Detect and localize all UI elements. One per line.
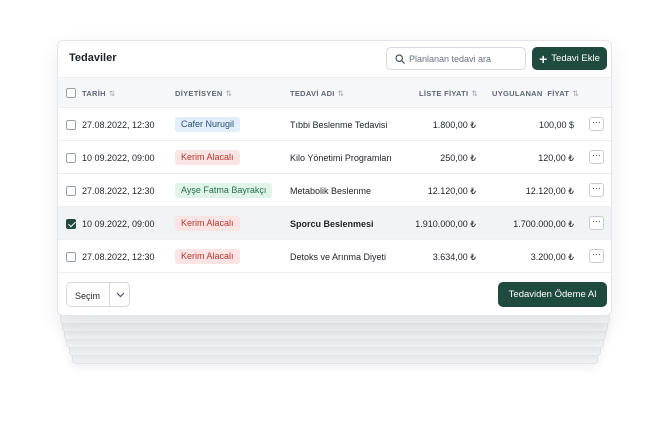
more-icon[interactable]: ··· xyxy=(589,183,604,197)
table-header: TARİH ⇅ DİYETİSYEN ⇅ TEDAVİ ADI ⇅ LİSTE FİY… xyxy=(58,77,611,108)
take-payment-button[interactable]: Tedaviden Ödeme Al xyxy=(498,282,607,307)
table-row[interactable]: 27.08.2022, 12:30 Cafer Nurugil Tıbbi Besl… xyxy=(58,108,611,141)
treatments-card: Tedaviler + Tedavi Ekle TARİH⇅ DİYETİSYE… xyxy=(57,40,612,316)
card-header: Tedaviler + Tedavi Ekle xyxy=(58,41,611,77)
row-list-price: 12.120,00 ₺ xyxy=(427,186,476,196)
sort-icon: ⇅ xyxy=(471,89,479,98)
row-date: 10 09.2022, 09:00 xyxy=(82,153,155,163)
take-payment-label: Tedaviden Ödeme Al xyxy=(508,289,597,300)
selection-dropdown[interactable]: Seçim xyxy=(66,282,130,307)
table-row[interactable]: 27.08.2022, 12:30 Kerim Alacalı Detoks ve … xyxy=(58,240,611,273)
sort-icon: ⇅ xyxy=(337,89,345,98)
add-treatment-button[interactable]: + Tedavi Ekle xyxy=(532,47,607,70)
row-checkbox[interactable] xyxy=(66,252,76,262)
row-treatment: Kilo Yönetimi Programları xyxy=(290,153,392,163)
search-box[interactable] xyxy=(386,47,526,70)
sort-icon: ⇅ xyxy=(572,89,579,98)
search-input[interactable] xyxy=(409,51,521,67)
row-applied-price: 100,00 $ xyxy=(538,120,574,130)
table-row[interactable]: 27.08.2022, 12:30 Ayşe Fatma Bayrakçı Meta… xyxy=(58,174,611,207)
more-icon[interactable]: ··· xyxy=(589,117,604,131)
row-list-price: 250,00 ₺ xyxy=(440,153,476,163)
search-icon xyxy=(395,54,405,64)
row-date: 27.08.2022, 12:30 xyxy=(82,186,155,196)
chevron-down-icon xyxy=(116,292,125,298)
col-treatment-label: TEDAVİ ADI xyxy=(290,89,335,98)
plus-icon: + xyxy=(539,50,548,67)
table-row[interactable]: 10 09.2022, 09:00 Kerim Alacalı Kilo Yönet… xyxy=(58,141,611,174)
row-treatment: Tıbbi Beslenme Tedavisi xyxy=(290,120,388,130)
add-treatment-label: Tedavi Ekle xyxy=(551,53,600,64)
row-date: 27.08.2022, 12:30 xyxy=(82,120,155,130)
dietitian-badge: Ayşe Fatma Bayrakçı xyxy=(175,183,273,198)
row-date: 27.08.2022, 12:30 xyxy=(82,252,155,262)
col-list-price-label: LİSTE FİYATI xyxy=(419,89,469,98)
row-list-price: 1.800,00 ₺ xyxy=(432,120,476,130)
col-date-label: TARİH xyxy=(82,89,106,98)
table-footer: Seçim Tedaviden Ödeme Al xyxy=(58,273,611,315)
selection-value: Seçim xyxy=(75,291,101,301)
table-row[interactable]: 10 09.2022, 09:00 Kerim Alacalı Sporcu Bes… xyxy=(58,207,611,240)
col-applied-price[interactable]: UYGULANAN FİYAT ⇅ xyxy=(492,89,579,98)
row-treatment: Sporcu Beslenmesi xyxy=(290,219,374,229)
col-list-price[interactable]: LİSTE FİYATI ⇅ xyxy=(419,89,478,98)
select-all-checkbox[interactable] xyxy=(66,88,76,98)
col-dietitian-label: DİYETİSYEN xyxy=(175,89,223,98)
dietitian-badge: Kerim Alacalı xyxy=(175,216,240,231)
col-dietitian[interactable]: DİYETİSYEN ⇅ xyxy=(175,89,232,98)
row-treatment: Detoks ve Arınma Diyeti xyxy=(290,252,387,262)
sort-icon: ⇅ xyxy=(225,89,233,98)
col-treatment[interactable]: TEDAVİ ADI ⇅ xyxy=(290,89,344,98)
row-applied-price: 120,00 ₺ xyxy=(538,153,574,163)
row-list-price: 3.634,00 ₺ xyxy=(432,252,476,262)
col-applied-price-label: UYGULANAN FİYAT xyxy=(492,89,570,98)
col-date[interactable]: TARİH ⇅ xyxy=(82,89,115,98)
row-treatment: Metabolik Beslenme xyxy=(290,186,372,196)
row-applied-price: 12.120,00 ₺ xyxy=(525,186,574,196)
row-checkbox[interactable] xyxy=(66,153,76,163)
dietitian-badge: Cafer Nurugil xyxy=(175,117,241,132)
dropdown-divider xyxy=(109,283,110,306)
row-applied-price: 3.200,00 ₺ xyxy=(530,252,574,262)
row-checkbox[interactable] xyxy=(66,186,76,196)
dietitian-badge: Kerim Alacalı xyxy=(175,249,240,264)
row-list-price: 1.910.000,00 ₺ xyxy=(415,219,476,229)
dietitian-badge: Kerim Alacalı xyxy=(175,150,240,165)
more-icon[interactable]: ··· xyxy=(589,216,604,230)
more-icon[interactable]: ··· xyxy=(589,249,604,263)
row-checkbox[interactable] xyxy=(66,219,76,229)
row-checkbox[interactable] xyxy=(66,120,76,130)
row-date: 10 09.2022, 09:00 xyxy=(82,219,155,229)
page-title: Tedaviler xyxy=(69,52,117,64)
more-icon[interactable]: ··· xyxy=(589,150,604,164)
sort-icon: ⇅ xyxy=(108,89,116,98)
row-applied-price: 1.700.000,00 ₺ xyxy=(513,219,574,229)
